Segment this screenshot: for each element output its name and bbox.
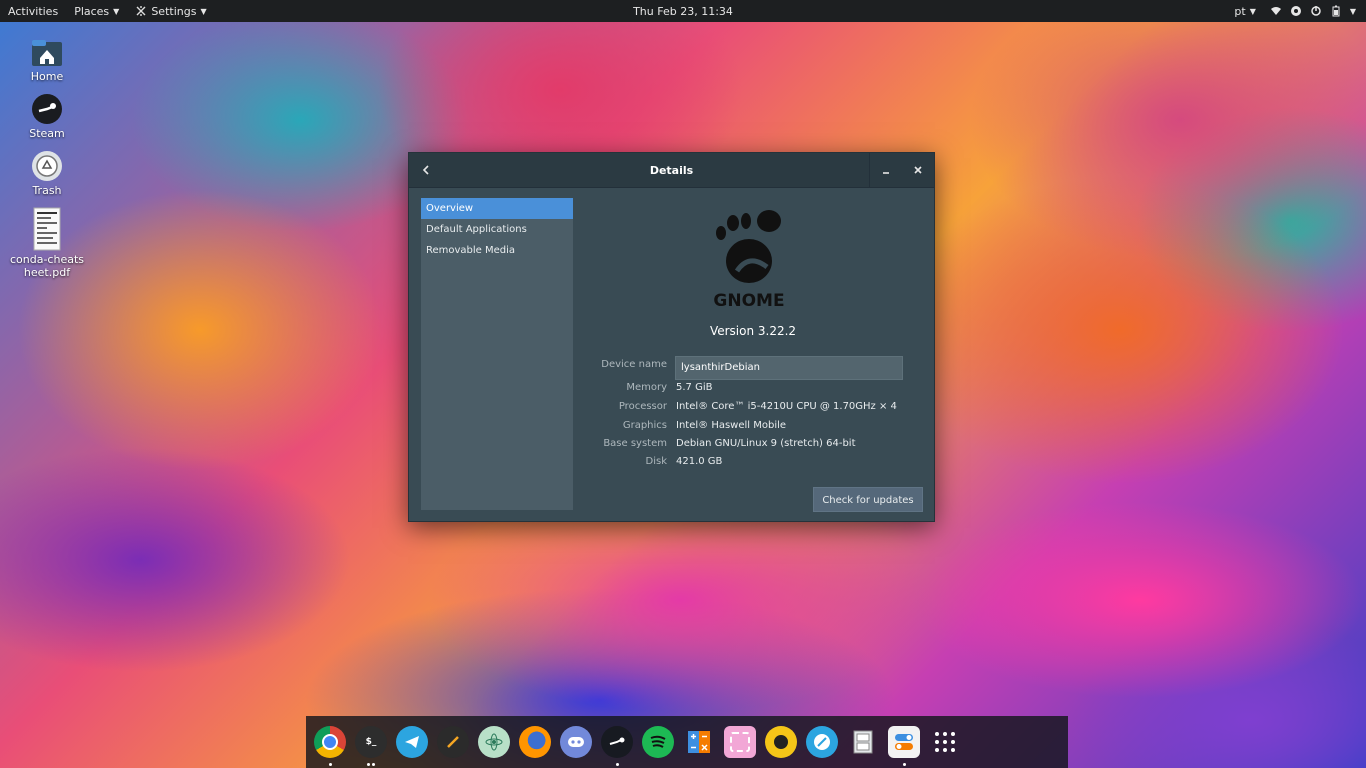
settings-toggle-icon[interactable] — [888, 726, 920, 766]
firefox-icon[interactable] — [519, 726, 551, 758]
terminal-icon[interactable]: $_ — [355, 726, 387, 766]
pdf-document-icon — [33, 207, 61, 251]
web-browser-icon[interactable] — [806, 726, 838, 758]
sidebar-item-removable-media[interactable]: Removable Media — [421, 240, 573, 261]
settings-menu[interactable]: Settings ▼ — [127, 0, 214, 22]
close-icon — [914, 166, 922, 174]
settings-label: Settings — [151, 4, 197, 18]
dock: $_ — [306, 716, 1068, 768]
sidebar-item-default-applications[interactable]: Default Applications — [421, 219, 573, 240]
steam-icon — [32, 94, 62, 124]
system-menu-chevron-icon[interactable]: ▼ — [1350, 7, 1356, 16]
window-title: Details — [649, 163, 694, 177]
text-editor-icon[interactable] — [437, 726, 469, 758]
window-titlebar[interactable]: Details — [409, 153, 934, 188]
memory-label: Memory — [626, 382, 667, 393]
minimize-icon — [883, 172, 889, 174]
row-device-name: Device name lysanthirDebian — [573, 356, 933, 380]
trash-icon — [32, 151, 62, 181]
places-menu[interactable]: Places ▼ — [66, 0, 127, 22]
gnome-logo: GNOME — [713, 209, 785, 311]
minimize-button[interactable] — [870, 153, 902, 187]
desktop-trash-label: Trash — [32, 184, 62, 197]
row-graphics: Graphics Intel® Haswell Mobile — [573, 419, 933, 433]
volume-icon[interactable] — [1290, 5, 1302, 17]
language-label: pt — [1234, 4, 1246, 18]
running-indicator — [328, 763, 332, 766]
row-base-system: Base system Debian GNU/Linux 9 (stretch)… — [573, 437, 933, 451]
home-folder-icon — [32, 40, 62, 66]
running-indicator — [902, 763, 906, 766]
desktop-home[interactable]: Home — [8, 36, 86, 83]
discord-icon[interactable] — [560, 726, 592, 758]
processor-label: Processor — [618, 401, 667, 412]
language-menu[interactable]: pt ▼ — [1234, 0, 1261, 22]
gnome-logo-text: GNOME — [713, 291, 785, 311]
app-grid-icon[interactable] — [929, 726, 961, 758]
row-processor: Processor Intel® Core™ i5-4210U CPU @ 1.… — [573, 400, 933, 414]
clock-label: Thu Feb 23, 11:34 — [633, 4, 733, 18]
running-indicator — [372, 763, 375, 766]
atom-icon[interactable] — [478, 726, 510, 758]
running-indicator — [367, 763, 370, 766]
activities-button[interactable]: Activities — [0, 0, 66, 22]
wifi-icon[interactable] — [1270, 5, 1282, 17]
desktop-home-label: Home — [30, 70, 64, 83]
chevron-down-icon: ▼ — [200, 6, 207, 16]
overview-panel: GNOME Version 3.22.2 Device name lysanth… — [573, 187, 934, 521]
desktop-steam[interactable]: Steam — [8, 93, 86, 140]
file-cabinet-icon[interactable] — [847, 726, 879, 758]
desktop-pdf-label: conda-cheatsheet.pdf — [9, 253, 84, 279]
chrome-icon[interactable] — [314, 726, 346, 766]
calculator-icon[interactable] — [683, 726, 715, 758]
disk-label: Disk — [645, 456, 667, 467]
details-sidebar: Overview Default Applications Removable … — [421, 198, 573, 510]
places-label: Places — [74, 4, 110, 18]
gnome-foot-icon — [716, 210, 781, 283]
device-name-field[interactable]: lysanthirDebian — [675, 356, 903, 380]
processor-value: Intel® Core™ i5-4210U CPU @ 1.70GHz × 4 — [676, 401, 897, 412]
details-window: Details Overview Default Applications Re… — [408, 152, 935, 522]
desktop-trash[interactable]: Trash — [8, 150, 86, 197]
desktop-icons: Home Steam Trash conda-cheatsheet.pdf — [8, 36, 86, 289]
chevron-left-icon — [422, 165, 429, 175]
activities-label: Activities — [8, 4, 59, 18]
graphics-label: Graphics — [622, 420, 667, 431]
chevron-down-icon: ▼ — [113, 6, 120, 16]
graphics-value: Intel® Haswell Mobile — [676, 420, 787, 431]
base-system-label: Base system — [603, 438, 667, 449]
running-indicator — [615, 763, 619, 766]
row-memory: Memory 5.7 GiB — [573, 381, 933, 395]
screenshot-icon[interactable] — [724, 726, 756, 758]
battery-icon[interactable] — [1330, 5, 1342, 17]
settings-tools-icon — [136, 6, 146, 16]
base-system-value: Debian GNU/Linux 9 (stretch) 64-bit — [676, 438, 856, 449]
spotify-icon[interactable] — [642, 726, 674, 758]
power-icon[interactable] — [1310, 5, 1322, 17]
device-name-label: Device name — [601, 359, 667, 370]
telegram-icon[interactable] — [396, 726, 428, 758]
sidebar-item-overview[interactable]: Overview — [421, 198, 573, 219]
top-bar: Activities Places ▼ Settings ▼ Thu Feb 23,… — [0, 0, 1366, 22]
back-button[interactable] — [409, 153, 443, 187]
desktop-steam-label: Steam — [29, 127, 65, 140]
steam-icon[interactable] — [601, 726, 633, 766]
memory-value: 5.7 GiB — [676, 382, 713, 393]
check-for-updates-button[interactable]: Check for updates — [813, 487, 923, 512]
music-player-icon[interactable] — [765, 726, 797, 758]
row-disk: Disk 421.0 GB — [573, 455, 933, 469]
chevron-down-icon: ▼ — [1249, 6, 1256, 16]
desktop-pdf[interactable]: conda-cheatsheet.pdf — [8, 207, 86, 279]
version-label: Version 3.22.2 — [709, 324, 797, 338]
close-button[interactable] — [902, 153, 934, 187]
disk-value: 421.0 GB — [676, 456, 723, 467]
